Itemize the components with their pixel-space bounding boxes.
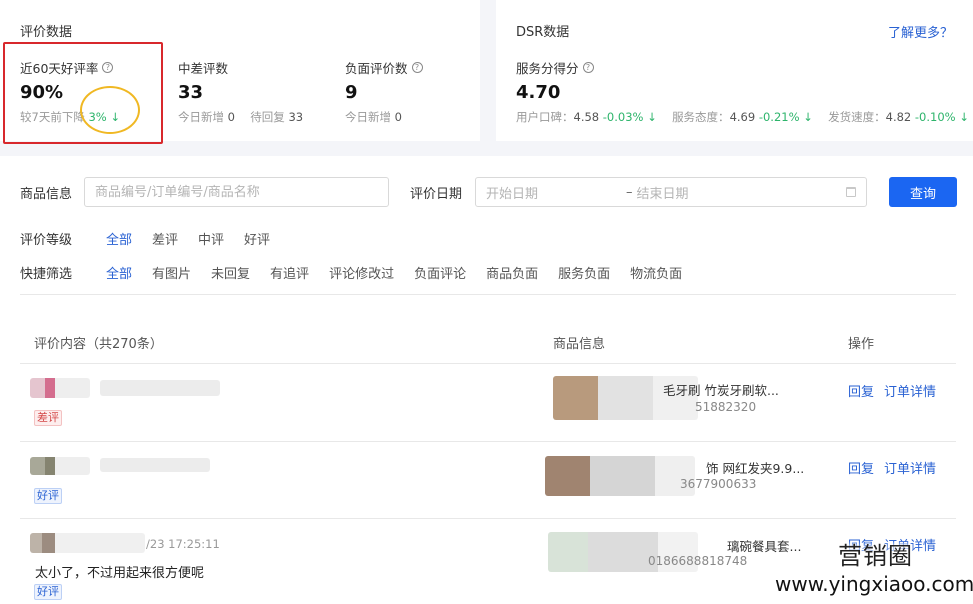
avatar-blurred xyxy=(30,378,90,398)
mid-bad-value: 33 xyxy=(178,82,204,103)
arrow-down-icon: ↓ xyxy=(647,110,657,124)
reply-link[interactable]: 回复 xyxy=(848,381,874,400)
review-stats-title: 评价数据 xyxy=(20,25,73,40)
product-name: 饰 网红发夹9.9... xyxy=(706,461,805,476)
column-header-content: 评价内容（共270条） xyxy=(34,337,163,352)
review-level-label: 评价等级 xyxy=(20,233,73,248)
product-id: 3677900633 xyxy=(680,477,757,491)
product-search-input[interactable] xyxy=(84,177,389,207)
row-divider xyxy=(20,441,956,442)
good-rate-value: 90% xyxy=(20,82,64,103)
date-range-picker[interactable]: 开始日期 – 结束日期 xyxy=(475,177,867,207)
watermark-url: www.yingxiaoo.com xyxy=(775,572,973,596)
service-score-metric: 服务分得分 ? 4.70 用户口碑：4.58 -0.03% ↓ 服务态度：4.6… xyxy=(516,58,969,125)
pending-reply-label: 待回复 xyxy=(250,110,285,124)
header-divider xyxy=(20,363,956,364)
order-detail-link[interactable]: 订单详情 xyxy=(884,381,936,400)
arrow-down-icon: ↓ xyxy=(803,110,813,124)
help-icon[interactable]: ? xyxy=(582,62,594,73)
product-name: 璃碗餐具套... xyxy=(727,539,802,554)
dsr-item-value: 4.58 xyxy=(573,110,600,124)
good-rate-metric: 近60天好评率 ? 90% 较7天前下降 3% ↓ xyxy=(20,58,120,125)
quick-option-modified[interactable]: 评论修改过 xyxy=(329,263,394,282)
row-divider xyxy=(20,518,956,519)
watermark-brand: 营销圈 xyxy=(838,542,913,570)
help-icon[interactable]: ? xyxy=(102,62,114,73)
dsr-item-label: 服务态度： xyxy=(672,110,730,124)
product-image-blurred xyxy=(545,456,695,496)
quick-option-logistics-negative[interactable]: 物流负面 xyxy=(630,263,682,282)
start-date-input[interactable]: 开始日期 xyxy=(486,183,626,202)
today-new-label: 今日新增 xyxy=(345,110,391,124)
good-rate-label: 近60天好评率 xyxy=(20,61,99,76)
quick-option-product-negative[interactable]: 商品负面 xyxy=(486,263,538,282)
today-new-value: 0 xyxy=(394,110,402,124)
review-tag: 好评 xyxy=(34,584,62,600)
query-button[interactable]: 查询 xyxy=(889,177,957,207)
calendar-icon[interactable] xyxy=(846,187,856,197)
avatar-blurred xyxy=(30,457,90,475)
dsr-item-change: -0.10% xyxy=(914,110,956,124)
mid-bad-metric: 中差评数 33 今日新增 0 待回复 33 xyxy=(178,58,303,125)
quick-option-negative-review[interactable]: 负面评论 xyxy=(414,263,466,282)
review-level-filter: 评价等级 全部 差评 中评 好评 xyxy=(20,229,290,248)
product-name: 毛牙刷 竹炭牙刷软... xyxy=(663,383,779,398)
mid-bad-label: 中差评数 xyxy=(178,61,229,76)
review-tag: 差评 xyxy=(34,410,62,426)
column-header-action: 操作 xyxy=(848,337,875,352)
service-score-label: 服务分得分 xyxy=(516,61,579,76)
quick-option-followup[interactable]: 有追评 xyxy=(270,263,309,282)
negative-label: 负面评价数 xyxy=(345,61,408,76)
review-level-options: 全部 差评 中评 好评 xyxy=(106,229,290,248)
column-header-product: 商品信息 xyxy=(553,337,606,352)
order-detail-link[interactable]: 订单详情 xyxy=(884,458,936,477)
date-separator: – xyxy=(626,184,633,200)
dsr-item-label: 发货速度： xyxy=(828,110,886,124)
quick-option-all[interactable]: 全部 xyxy=(106,263,132,282)
username-blurred xyxy=(100,458,210,472)
quick-filter-options: 全部 有图片 未回复 有追评 评论修改过 负面评论 商品负面 服务负面 物流负面 xyxy=(106,263,702,282)
quick-option-service-negative[interactable]: 服务负面 xyxy=(558,263,610,282)
negative-value: 9 xyxy=(345,82,358,103)
username-blurred xyxy=(100,380,220,396)
quick-option-unreplied[interactable]: 未回复 xyxy=(211,263,250,282)
quick-filter-label: 快捷筛选 xyxy=(20,267,73,282)
filter-divider xyxy=(20,294,956,295)
dsr-item-label: 用户口碑： xyxy=(516,110,574,124)
good-rate-change: 3% xyxy=(88,110,107,124)
review-tag: 好评 xyxy=(34,488,62,504)
quick-filter: 快捷筛选 全部 有图片 未回复 有追评 评论修改过 负面评论 商品负面 服务负面… xyxy=(20,263,702,282)
level-option-good[interactable]: 好评 xyxy=(244,229,270,248)
dsr-item-change: -0.03% xyxy=(602,110,644,124)
today-new-label: 今日新增 xyxy=(178,110,224,124)
level-option-bad[interactable]: 差评 xyxy=(152,229,178,248)
dsr-item-change: -0.21% xyxy=(758,110,800,124)
arrow-down-icon: ↓ xyxy=(110,110,121,124)
reply-link[interactable]: 回复 xyxy=(848,458,874,477)
dsr-title: DSR数据 xyxy=(516,25,570,40)
review-text: 太小了，不过用起来很方便呢 xyxy=(35,566,205,581)
learn-more-link[interactable]: 了解更多？ xyxy=(888,22,953,41)
end-date-input[interactable]: 结束日期 xyxy=(637,183,847,202)
quick-option-with-images[interactable]: 有图片 xyxy=(152,263,191,282)
negative-metric: 负面评价数 ? 9 今日新增 0 xyxy=(345,58,423,125)
dsr-card: DSR数据 了解更多？ 服务分得分 ? 4.70 用户口碑：4.58 -0.03… xyxy=(496,0,973,141)
review-date-label: 评价日期 xyxy=(410,187,463,202)
help-icon[interactable]: ? xyxy=(411,62,423,73)
review-time: /23 17:25:11 xyxy=(146,537,220,551)
product-id: 51882320 xyxy=(695,400,757,414)
good-rate-compare-label: 较7天前下降 xyxy=(20,110,85,124)
product-info-label: 商品信息 xyxy=(20,187,73,202)
arrow-down-icon: ↓ xyxy=(959,110,969,124)
service-score-value: 4.70 xyxy=(516,82,561,103)
today-new-value: 0 xyxy=(227,110,235,124)
dsr-item-value: 4.69 xyxy=(729,110,756,124)
level-option-all[interactable]: 全部 xyxy=(106,229,132,248)
level-option-mid[interactable]: 中评 xyxy=(198,229,224,248)
review-stats-card: 评价数据 近60天好评率 ? 90% 较7天前下降 3% ↓ 中差评数 33 今… xyxy=(0,0,480,141)
pending-reply-value: 33 xyxy=(288,110,304,124)
product-id: 0186688818748 xyxy=(648,554,748,568)
dsr-item-value: 4.82 xyxy=(885,110,912,124)
avatar-blurred xyxy=(30,533,145,553)
